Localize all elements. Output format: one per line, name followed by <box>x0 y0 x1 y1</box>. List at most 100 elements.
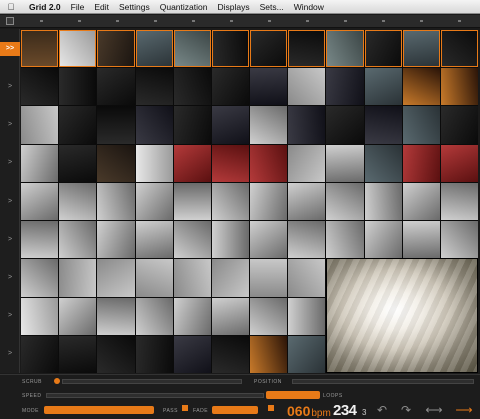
clip-thumbnail[interactable] <box>250 297 288 335</box>
clip-thumbnail[interactable] <box>326 30 364 68</box>
column-marker[interactable] <box>268 20 271 22</box>
loop-back-icon[interactable]: ↶ <box>372 404 392 417</box>
clip-thumbnail[interactable] <box>250 182 288 221</box>
menu-window[interactable]: Window <box>294 2 324 12</box>
clip-thumbnail[interactable] <box>97 335 135 373</box>
clip-thumbnail[interactable] <box>211 221 249 259</box>
arrow-both-icon[interactable]: ⟷ <box>424 404 444 417</box>
menu-sets[interactable]: Sets... <box>260 2 284 12</box>
clip-thumbnail[interactable] <box>402 221 440 259</box>
clip-thumbnail[interactable] <box>173 221 211 259</box>
clip-thumbnail[interactable] <box>326 144 364 182</box>
scrub-knob[interactable] <box>54 378 60 384</box>
clip-thumbnail[interactable] <box>21 68 59 106</box>
column-marker[interactable] <box>192 20 195 22</box>
clip-thumbnail[interactable] <box>364 68 402 106</box>
clip-thumbnail[interactable] <box>440 30 478 68</box>
clip-thumbnail[interactable] <box>440 182 478 221</box>
clip-thumbnail[interactable] <box>211 182 249 221</box>
clip-thumbnail[interactable] <box>211 259 249 297</box>
pass-toggle[interactable] <box>182 405 188 411</box>
column-marker[interactable] <box>154 20 157 22</box>
clip-thumbnail[interactable] <box>97 30 135 68</box>
clip-thumbnail[interactable] <box>326 106 364 144</box>
row-trigger[interactable]: >> <box>0 42 20 57</box>
column-marker[interactable] <box>344 20 347 22</box>
arrow-right-icon[interactable]: ⟶ <box>454 404 474 417</box>
row-trigger[interactable]: > <box>3 80 17 94</box>
clip-thumbnail[interactable] <box>440 68 478 106</box>
clip-thumbnail[interactable] <box>59 106 97 144</box>
clip-thumbnail[interactable] <box>364 106 402 144</box>
clip-thumbnail[interactable] <box>97 68 135 106</box>
clip-thumbnail[interactable] <box>59 144 97 182</box>
clip-thumbnail[interactable] <box>173 335 211 373</box>
clip-thumbnail[interactable] <box>440 106 478 144</box>
clip-thumbnail[interactable] <box>250 68 288 106</box>
clip-thumbnail[interactable] <box>173 182 211 221</box>
clip-thumbnail[interactable] <box>135 182 173 221</box>
menu-displays[interactable]: Displays <box>217 2 249 12</box>
scrub-track[interactable] <box>62 379 242 384</box>
clip-thumbnail[interactable] <box>21 221 59 259</box>
clip-thumbnail[interactable] <box>21 144 59 182</box>
row-trigger[interactable]: > <box>3 233 17 247</box>
clip-thumbnail[interactable] <box>97 259 135 297</box>
clip-thumbnail[interactable] <box>250 259 288 297</box>
clip-thumbnail[interactable] <box>173 259 211 297</box>
clip-thumbnail[interactable] <box>250 30 288 68</box>
clip-thumbnail[interactable] <box>135 144 173 182</box>
clip-thumbnail[interactable] <box>326 221 364 259</box>
clip-thumbnail[interactable] <box>21 106 59 144</box>
clip-thumbnail[interactable] <box>288 221 326 259</box>
clip-thumbnail[interactable] <box>135 68 173 106</box>
clip-thumbnail[interactable] <box>288 106 326 144</box>
clip-thumbnail[interactable] <box>250 335 288 373</box>
clip-thumbnail[interactable] <box>364 182 402 221</box>
clip-thumbnail[interactable] <box>326 68 364 106</box>
row-trigger[interactable]: > <box>3 118 17 132</box>
fade-selector[interactable] <box>212 406 258 414</box>
clip-thumbnail[interactable] <box>97 106 135 144</box>
column-marker[interactable] <box>458 20 461 22</box>
column-marker[interactable] <box>78 20 81 22</box>
clip-thumbnail[interactable] <box>288 30 326 68</box>
clip-thumbnail[interactable] <box>59 30 97 68</box>
clip-thumbnail[interactable] <box>173 144 211 182</box>
clip-thumbnail[interactable] <box>211 30 249 68</box>
clip-thumbnail[interactable] <box>135 106 173 144</box>
speed-track[interactable] <box>46 393 264 398</box>
clip-thumbnail[interactable] <box>135 30 173 68</box>
column-marker[interactable] <box>116 20 119 22</box>
clip-thumbnail[interactable] <box>173 68 211 106</box>
clip-thumbnail[interactable] <box>135 259 173 297</box>
clip-thumbnail[interactable] <box>211 144 249 182</box>
clip-thumbnail[interactable] <box>364 144 402 182</box>
row-trigger[interactable]: > <box>3 156 17 170</box>
column-marker[interactable] <box>382 20 385 22</box>
clip-thumbnail[interactable] <box>288 144 326 182</box>
app-menu[interactable]: Grid 2.0 <box>29 2 61 12</box>
speed-fill[interactable] <box>266 391 320 399</box>
loop-forward-icon[interactable]: ↷ <box>396 404 416 417</box>
menu-quantization[interactable]: Quantization <box>160 2 208 12</box>
clip-thumbnail[interactable] <box>173 297 211 335</box>
clip-thumbnail[interactable] <box>59 297 97 335</box>
clip-thumbnail[interactable] <box>97 297 135 335</box>
clip-thumbnail[interactable] <box>21 259 59 297</box>
clip-thumbnail[interactable] <box>21 297 59 335</box>
clip-thumbnail[interactable] <box>402 68 440 106</box>
clip-thumbnail[interactable] <box>211 335 249 373</box>
clip-thumbnail[interactable] <box>288 297 326 335</box>
clip-thumbnail[interactable] <box>135 221 173 259</box>
clip-thumbnail[interactable] <box>250 144 288 182</box>
clip-thumbnail[interactable] <box>97 144 135 182</box>
row-trigger[interactable]: > <box>3 271 17 285</box>
clip-thumbnail[interactable] <box>364 221 402 259</box>
column-marker[interactable] <box>230 20 233 22</box>
apple-icon[interactable]:  <box>3 2 19 12</box>
clip-thumbnail[interactable] <box>211 68 249 106</box>
clip-thumbnail[interactable] <box>326 182 364 221</box>
clip-thumbnail[interactable] <box>288 259 326 297</box>
clip-thumbnail[interactable] <box>364 30 402 68</box>
